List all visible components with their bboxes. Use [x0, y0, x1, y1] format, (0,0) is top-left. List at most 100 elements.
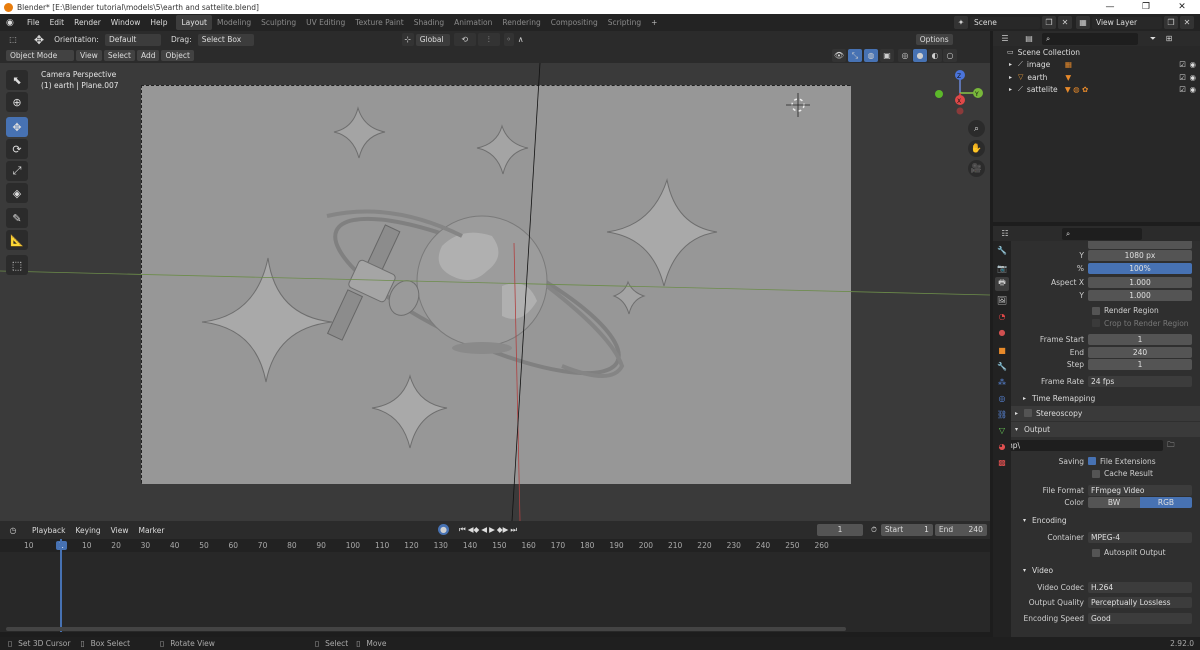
- pan-hand-icon[interactable]: ✋: [968, 140, 985, 157]
- transform-orientation-select[interactable]: Global: [415, 33, 450, 46]
- menu-help[interactable]: Help: [145, 14, 172, 31]
- jump-key-back-icon[interactable]: ◀◆: [468, 525, 480, 534]
- view-layer-field[interactable]: View Layer: [1092, 16, 1162, 29]
- close-button[interactable]: ✕: [1164, 0, 1200, 14]
- cache-row[interactable]: Cache Result: [1011, 468, 1200, 481]
- jump-key-forward-icon[interactable]: ◆▶: [497, 525, 509, 534]
- tab-modeling[interactable]: Modeling: [212, 15, 256, 30]
- maximize-button[interactable]: ❐: [1128, 0, 1164, 14]
- physics-tab-icon[interactable]: ◎: [995, 391, 1009, 405]
- visibility-checkbox-icon[interactable]: ☑: [1179, 73, 1186, 82]
- codec-select[interactable]: H.264: [1088, 581, 1192, 593]
- options-button[interactable]: Options: [915, 34, 953, 45]
- cursor-tool-icon[interactable]: ⊕: [6, 92, 28, 112]
- camera-view-icon[interactable]: 🎥: [968, 160, 985, 177]
- menu-edit[interactable]: Edit: [45, 14, 70, 31]
- playhead[interactable]: [60, 539, 62, 632]
- aspect-x-field[interactable]: 1.000: [1088, 277, 1192, 289]
- scale-tool-icon[interactable]: ⤢: [6, 161, 28, 181]
- video-panel[interactable]: ▾ Video: [1011, 563, 1200, 578]
- frame-start-field[interactable]: 1: [1088, 334, 1192, 346]
- rendered-shading-icon[interactable]: ○: [943, 49, 957, 62]
- outliner-item-sattelite[interactable]: ▸ ⟋ sattelite ▼ ◍ ✿ ☑ ◉: [993, 84, 1200, 97]
- quality-select[interactable]: Perceptually Lossless: [1088, 597, 1192, 609]
- xray-icon[interactable]: ▣: [880, 49, 894, 62]
- frame-end-field[interactable]: 240: [1088, 346, 1192, 358]
- world-tab-icon[interactable]: ●: [995, 325, 1009, 339]
- add-menu[interactable]: Add: [136, 50, 160, 61]
- timeline-editor-icon[interactable]: ◷: [6, 524, 20, 537]
- editor-type-icon[interactable]: ⬚: [6, 33, 20, 46]
- crop-row[interactable]: Crop to Render Region: [1011, 317, 1200, 330]
- render-region-checkbox[interactable]: [1092, 306, 1100, 315]
- delete-scene-icon[interactable]: ✕: [1058, 16, 1072, 29]
- output-path-input[interactable]: /tmp\: [1011, 440, 1163, 452]
- output-tab-icon[interactable]: 🖶: [995, 277, 1009, 291]
- container-select[interactable]: MPEG-4: [1088, 531, 1192, 543]
- solid-shading-icon[interactable]: ●: [913, 49, 927, 62]
- eye-icon[interactable]: ◉: [1189, 85, 1196, 94]
- outliner-search-input[interactable]: ⌕: [1042, 32, 1138, 45]
- speed-select[interactable]: Good: [1088, 612, 1192, 624]
- new-view-layer-icon[interactable]: ❐: [1164, 16, 1178, 29]
- keying-menu[interactable]: Keying: [71, 525, 104, 536]
- material-shading-icon[interactable]: ◐: [928, 49, 942, 62]
- playback-menu[interactable]: Playback: [28, 525, 69, 536]
- zoom-icon[interactable]: ⌕: [968, 120, 985, 137]
- properties-editor-icon[interactable]: ☷: [998, 227, 1012, 240]
- folder-icon[interactable]: 🗀: [1167, 439, 1175, 452]
- rotate-tool-icon[interactable]: ⟳: [6, 139, 28, 159]
- marker-menu[interactable]: Marker: [134, 525, 168, 536]
- tab-uv-editing[interactable]: UV Editing: [301, 15, 350, 30]
- pivot-point-icon[interactable]: ⟲: [453, 33, 476, 46]
- record-icon[interactable]: ●: [438, 524, 449, 535]
- stereoscopy-checkbox[interactable]: [1024, 409, 1033, 417]
- object-menu[interactable]: Object: [161, 50, 194, 61]
- play-icon[interactable]: ▶: [489, 525, 495, 534]
- play-reverse-icon[interactable]: ◀: [481, 525, 487, 534]
- outliner-item-image[interactable]: ▸ ⟋ image ▦ ☑ ◉: [993, 59, 1200, 72]
- tab-texture-paint[interactable]: Texture Paint: [350, 15, 408, 30]
- display-mode-icon[interactable]: ▤: [1022, 32, 1036, 45]
- measure-tool-icon[interactable]: 📐: [6, 230, 28, 250]
- delete-view-layer-icon[interactable]: ✕: [1180, 16, 1194, 29]
- timeline-view-menu[interactable]: View: [107, 525, 133, 536]
- transform-orientation-icon[interactable]: ⊹: [401, 33, 414, 46]
- color-rgb-button[interactable]: RGB: [1140, 497, 1192, 509]
- menu-render[interactable]: Render: [69, 14, 106, 31]
- add-workspace-icon[interactable]: +: [646, 15, 662, 30]
- select-tool-icon[interactable]: ⬉: [6, 70, 28, 90]
- scene-tab-icon[interactable]: ◔: [995, 309, 1009, 323]
- view-layer-icon[interactable]: ▦: [1076, 16, 1090, 29]
- texture-tab-icon[interactable]: ▩: [995, 455, 1009, 469]
- end-frame-field[interactable]: End 240: [934, 524, 987, 536]
- add-cube-tool-icon[interactable]: ⬚: [6, 255, 28, 275]
- minimize-button[interactable]: —: [1092, 0, 1128, 14]
- scene-collection-row[interactable]: ▭ Scene Collection: [993, 46, 1200, 59]
- frame-rate-select[interactable]: 24 fps: [1088, 375, 1192, 387]
- tab-sculpting[interactable]: Sculpting: [256, 15, 301, 30]
- annotate-tool-icon[interactable]: ✎: [6, 208, 28, 228]
- output-panel[interactable]: ▾ Output: [1011, 421, 1200, 437]
- tab-shading[interactable]: Shading: [409, 15, 449, 30]
- timeline-ruler[interactable]: 1011020304050607080901001101201301401501…: [0, 539, 990, 552]
- drag-select[interactable]: Select Box: [197, 33, 254, 46]
- modifier-tab-icon[interactable]: 🔧: [995, 359, 1009, 373]
- color-bw-button[interactable]: BW: [1088, 497, 1140, 509]
- transform-tool-icon[interactable]: ◈: [6, 183, 28, 203]
- wireframe-shading-icon[interactable]: ◎: [898, 49, 912, 62]
- expand-icon[interactable]: ▸: [1009, 61, 1012, 68]
- crop-checkbox[interactable]: [1092, 319, 1100, 328]
- jump-end-icon[interactable]: ⏭: [510, 525, 517, 535]
- time-remap-panel[interactable]: ▸ Time Remapping: [1011, 391, 1200, 406]
- orientation-select[interactable]: Default: [104, 33, 161, 46]
- aspect-y-field[interactable]: 1.000: [1088, 289, 1192, 301]
- tab-layout[interactable]: Layout: [176, 15, 212, 30]
- tab-scripting[interactable]: Scripting: [603, 15, 646, 30]
- object-tab-icon[interactable]: ■: [995, 343, 1009, 357]
- res-percent-field[interactable]: 100%: [1088, 262, 1192, 274]
- view-layer-tab-icon[interactable]: 🖼: [995, 293, 1009, 307]
- render-region-row[interactable]: Render Region: [1011, 305, 1200, 318]
- stopwatch-icon[interactable]: ⏱: [871, 525, 877, 535]
- falloff-icon[interactable]: ∧: [516, 33, 526, 46]
